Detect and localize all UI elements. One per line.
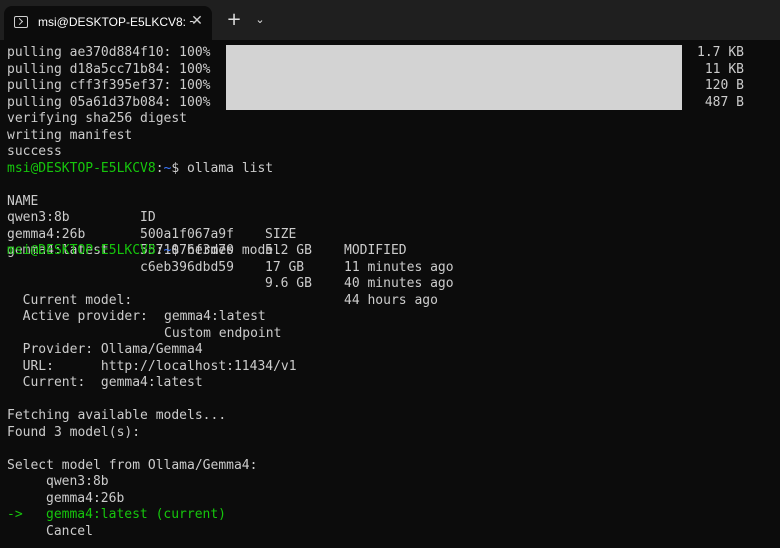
- fetching-line: Fetching available models...: [7, 408, 227, 423]
- pull-line: pulling 05a61d37b084: 100%: [7, 94, 211, 110]
- table-row: gemma4:26b 5571076f3d70 17 GB 40 minutes…: [7, 210, 707, 292]
- command-text: hermes model: [179, 243, 281, 258]
- column-header-modified: MODIFIED: [344, 243, 407, 258]
- model-option[interactable]: gemma4:26b: [46, 491, 124, 508]
- status-line: success: [7, 144, 62, 159]
- model-option-selected[interactable]: gemma4:latest (current): [46, 507, 226, 524]
- close-tab-icon[interactable]: ✕: [188, 12, 206, 30]
- prompt-line: msi@DESKTOP-E5LKCV8:~$ hermes model: [7, 243, 281, 260]
- prompt-separator: :: [155, 243, 164, 258]
- model-option[interactable]: qwen3:8b: [46, 474, 109, 491]
- select-prompt: Select model from Ollama/Gemma4:: [7, 457, 258, 473]
- prompt-user-host: msi@DESKTOP-E5LKCV8: [7, 160, 156, 176]
- tab-bar: msi@DESKTOP-E5LKCV8: ~ ✕ + ⌄: [0, 0, 780, 40]
- current-model-value: gemma4:latest: [164, 309, 266, 324]
- current-line: Current: gemma4:latest: [7, 375, 203, 390]
- pull-size: 487 B: [704, 94, 744, 110]
- command-text: ollama list: [179, 160, 274, 176]
- tab-title: msi@DESKTOP-E5LKCV8: ~: [38, 15, 197, 29]
- prompt-line: msi@DESKTOP-E5LKCV8:~$ ollama list: [7, 161, 273, 178]
- active-provider-value: Custom endpoint: [164, 325, 282, 341]
- model-size: 17 GB: [265, 259, 305, 275]
- pull-line: pulling d18a5cc71b84: 100%: [7, 61, 211, 77]
- active-provider-label: Active provider:: [7, 309, 148, 324]
- selection-arrow: ->: [7, 507, 23, 522]
- pull-size: 120 B: [704, 78, 744, 93]
- table-row: qwen3:8b 500a1f067a9f 5.2 GB 11 minutes …: [7, 194, 707, 275]
- model-modified: 11 minutes ago: [344, 259, 454, 275]
- terminal-output[interactable]: pulling ae370d884f10: 100% 1.7 KB pullin…: [0, 40, 780, 548]
- pull-size: 1.7 KB: [697, 45, 744, 60]
- terminal-icon: [14, 16, 28, 28]
- provider-line: Provider: Ollama/Gemma4: [7, 342, 203, 357]
- status-line: verifying sha256 digest: [7, 111, 188, 126]
- prompt-separator: :: [155, 160, 164, 176]
- progress-bar-area: [226, 45, 682, 110]
- status-line: writing manifest: [7, 127, 133, 143]
- model-id: c6eb396dbd59: [140, 259, 234, 275]
- terminal-tab[interactable]: msi@DESKTOP-E5LKCV8: ~ ✕: [4, 6, 212, 40]
- prompt-user-host: msi@DESKTOP-E5LKCV8: [7, 243, 156, 258]
- table-row: gemma4:latest c6eb396dbd59 9.6 GB 44 hou…: [7, 227, 707, 308]
- url-line: URL: http://localhost:11434/v1: [7, 358, 297, 374]
- pull-size: 11 KB: [704, 61, 744, 77]
- chevron-down-icon[interactable]: ⌄: [252, 10, 268, 30]
- found-line: Found 3 model(s):: [7, 424, 141, 440]
- new-tab-button[interactable]: +: [224, 10, 244, 30]
- table-header: NAME ID SIZE MODIFIED: [7, 177, 707, 259]
- cancel-option[interactable]: Cancel: [46, 524, 93, 541]
- pull-line: pulling cff3f395ef37: 100%: [7, 78, 211, 93]
- pull-line: pulling ae370d884f10: 100%: [7, 45, 211, 60]
- current-model-line: Current model: gemma4:latest: [7, 276, 707, 325]
- active-provider-line: Active provider: Custom endpoint: [7, 293, 707, 341]
